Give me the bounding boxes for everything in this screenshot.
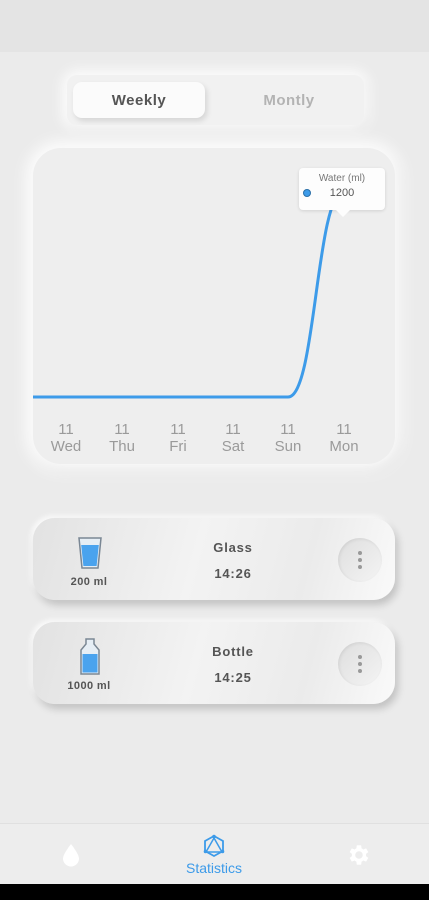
x-tick-day: Sat [221, 438, 245, 455]
water-drop-icon [63, 843, 79, 866]
entry-name: Glass [213, 540, 253, 555]
dot-icon [358, 662, 362, 666]
nav-item-water[interactable] [50, 824, 92, 885]
more-options-button[interactable] [338, 538, 382, 582]
dot-icon [358, 565, 362, 569]
x-tick-date: 11 [170, 421, 186, 438]
x-tick-date: 11 [336, 421, 352, 438]
x-tick-day: Mon [329, 438, 359, 455]
status-bar [0, 0, 429, 52]
x-tick-date: 11 [114, 421, 130, 438]
x-tick-label: 11 Wed [38, 421, 94, 455]
system-navigation-bar [0, 884, 429, 900]
entry-amount: 1000 ml [67, 680, 111, 692]
bottom-navigation: Statistics [0, 823, 429, 884]
x-tick-label: 11 Thu [94, 421, 150, 455]
log-entry-glass[interactable]: 200 ml Glass 14:26 [33, 518, 395, 600]
water-chart: Water (ml) 1200 11 Wed 11 Thu 11 Fri 11 Sat 11 Su… [33, 148, 395, 464]
chart-tooltip: Water (ml) 1200 [299, 168, 385, 217]
more-options-button[interactable] [338, 642, 382, 686]
dot-icon [358, 558, 362, 562]
nav-item-statistics[interactable]: Statistics [170, 824, 258, 885]
x-tick-day: Thu [109, 438, 135, 455]
monthly-tab[interactable]: Montly [223, 82, 355, 118]
x-tick-label: 11 Sat [205, 421, 261, 455]
period-toggle: Weekly Montly [67, 75, 364, 125]
x-tick-date: 11 [58, 421, 74, 438]
dot-icon [358, 655, 362, 659]
settings-gear-icon [349, 844, 369, 865]
x-tick-day: Wed [50, 438, 82, 455]
nav-item-settings[interactable] [343, 824, 373, 885]
x-tick-day: Sun [274, 438, 302, 455]
x-tick-date: 11 [225, 421, 241, 438]
entry-time: 14:26 [214, 566, 252, 581]
x-tick-label: 11 Fri [150, 421, 206, 455]
dot-icon [358, 551, 362, 555]
weekly-tab[interactable]: Weekly [73, 82, 205, 118]
nav-label-statistics: Statistics [185, 859, 242, 876]
x-tick-date: 11 [280, 421, 296, 438]
x-tick-label: 11 Mon [316, 421, 372, 455]
x-tick-day: Fri [169, 438, 187, 455]
bottle-icon [80, 638, 100, 675]
log-entry-bottle[interactable]: 1000 ml Bottle 14:25 [33, 622, 395, 704]
series-line-water [33, 190, 346, 399]
tooltip-value: 1200 [329, 187, 355, 199]
x-tick-label: 11 Sun [260, 421, 316, 455]
glass-icon [78, 537, 102, 569]
statistics-icon [203, 834, 225, 857]
tooltip-title: Water (ml) [318, 173, 366, 184]
entry-amount: 200 ml [70, 576, 108, 588]
entry-name: Bottle [212, 644, 254, 659]
entry-time: 14:25 [214, 670, 252, 685]
dot-icon [358, 669, 362, 673]
